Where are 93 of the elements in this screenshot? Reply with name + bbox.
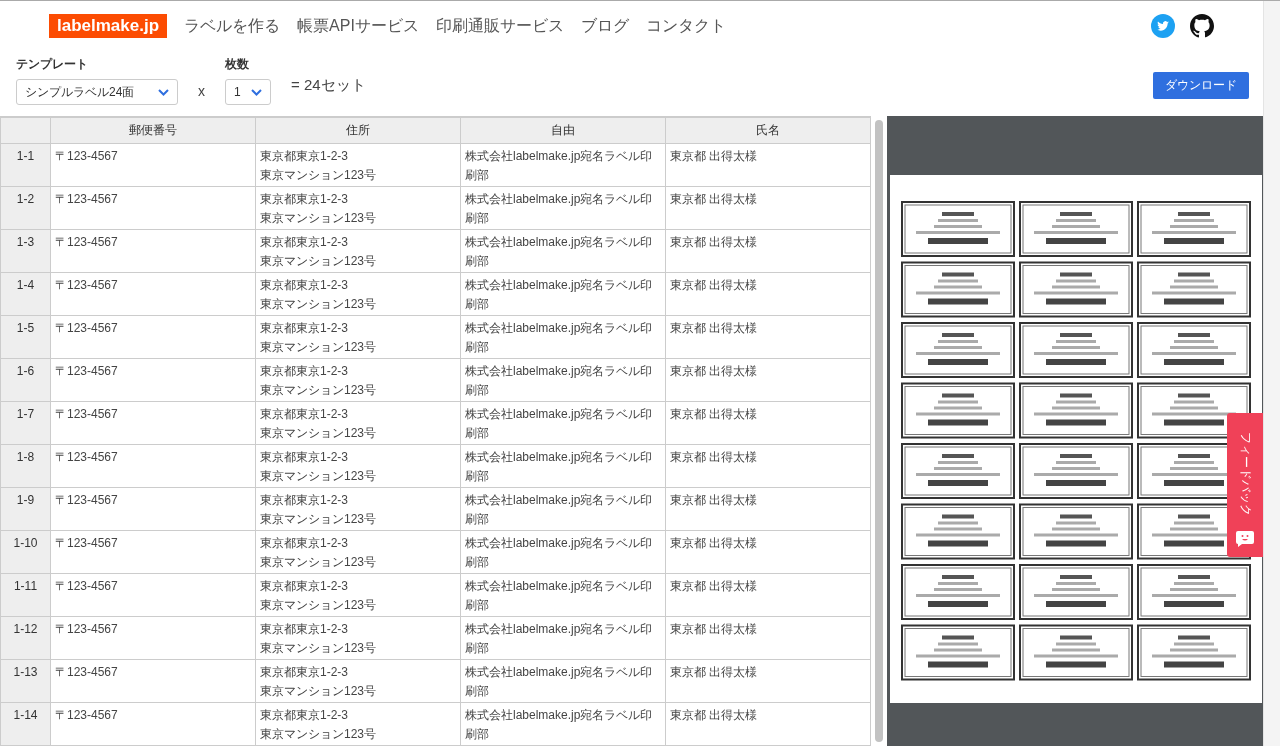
chevron-icon: [158, 88, 169, 96]
table-cell: 東京都 出得太様: [665, 229, 871, 273]
scrollbar-thumb[interactable]: [875, 120, 883, 742]
github-cat-icon[interactable]: [1190, 14, 1214, 38]
row-header: 1-9: [0, 487, 51, 531]
table-cell: 東京都 出得太様: [665, 186, 871, 230]
row-header: 1-4: [0, 272, 51, 316]
row-header: 1-12: [0, 616, 51, 660]
row-header: 1-11: [0, 573, 51, 617]
field-label: 枚数: [225, 56, 250, 73]
table-cell: 株式会社labelmake.jp宛名ラベル印刷部: [460, 616, 666, 660]
table-cell: 〒123-4567: [50, 530, 256, 574]
table-cell: 〒123-4567: [50, 444, 256, 488]
table-cell: 東京都東京1-2-3 東京マンション123号: [255, 616, 461, 660]
nav-link[interactable]: 帳票APIサービス: [297, 15, 419, 37]
row-header: 1-10: [0, 530, 51, 574]
table-cell: 〒123-4567: [50, 143, 256, 187]
chat-face-icon: [1236, 531, 1254, 547]
table-cell: 〒123-4567: [50, 229, 256, 273]
table-cell: 東京都 出得太様: [665, 143, 871, 187]
table-cell: 東京都 出得太様: [665, 659, 871, 703]
row-header: 1-3: [0, 229, 51, 273]
table-cell: 東京都 出得太様: [665, 573, 871, 617]
count-select[interactable]: 1: [225, 79, 271, 105]
table-cell: 東京都東京1-2-3 東京マンション123号: [255, 702, 461, 746]
table-cell: 東京都 出得太様: [665, 487, 871, 531]
table-cell: 〒123-4567: [50, 659, 256, 703]
table-cell: 東京都 出得太様: [665, 702, 871, 746]
nav-link[interactable]: 印刷通販サービス: [435, 15, 564, 37]
row-header: 1-2: [0, 186, 51, 230]
download-button[interactable]: ダウンロード: [1153, 72, 1249, 99]
table-cell: 株式会社labelmake.jp宛名ラベル印刷部: [460, 659, 666, 703]
table-cell: 株式会社labelmake.jp宛名ラベル印刷部: [460, 229, 666, 273]
table-cell: 〒123-4567: [50, 358, 256, 402]
column-header: 自由: [460, 117, 666, 144]
table-cell: 東京都東京1-2-3 東京マンション123号: [255, 530, 461, 574]
times-sign: x: [198, 83, 205, 101]
table-cell: 株式会社labelmake.jp宛名ラベル印刷部: [460, 530, 666, 574]
table-cell: 東京都東京1-2-3 東京マンション123号: [255, 229, 461, 273]
row-header: 1-13: [0, 659, 51, 703]
table-cell: 東京都 出得太様: [665, 272, 871, 316]
nav-link[interactable]: ブログ: [580, 15, 629, 37]
column-header: 氏名: [665, 117, 871, 144]
feedback-tab[interactable]: フィードバック: [1227, 413, 1263, 557]
table-cell: 東京都東京1-2-3 東京マンション123号: [255, 272, 461, 316]
set-total: = 24セット: [291, 76, 366, 95]
table-cell: 東京都東京1-2-3 東京マンション123号: [255, 487, 461, 531]
table-cell: 東京都東京1-2-3 東京マンション123号: [255, 659, 461, 703]
row-header: 1-7: [0, 401, 51, 445]
table-cell: 〒123-4567: [50, 573, 256, 617]
table-cell: 東京都 出得太様: [665, 530, 871, 574]
table-cell: 東京都 出得太様: [665, 401, 871, 445]
row-header: 1-8: [0, 444, 51, 488]
table-cell: 東京都 出得太様: [665, 444, 871, 488]
nav-link[interactable]: コンタクト: [645, 15, 726, 37]
table-cell: 株式会社labelmake.jp宛名ラベル印刷部: [460, 358, 666, 402]
table-cell: 東京都東京1-2-3 東京マンション123号: [255, 315, 461, 359]
table-cell: 株式会社labelmake.jp宛名ラベル印刷部: [460, 315, 666, 359]
table-cell: 株式会社labelmake.jp宛名ラベル印刷部: [460, 573, 666, 617]
table-cell: 東京都東京1-2-3 東京マンション123号: [255, 573, 461, 617]
table-cell: 〒123-4567: [50, 315, 256, 359]
column-header: 住所: [255, 117, 461, 144]
table-cell: 株式会社labelmake.jp宛名ラベル印刷部: [460, 401, 666, 445]
table-cell: 株式会社labelmake.jp宛名ラベル印刷部: [460, 702, 666, 746]
table-cell: 株式会社labelmake.jp宛名ラベル印刷部: [460, 272, 666, 316]
table-cell: 東京都 出得太様: [665, 315, 871, 359]
table-cell: 株式会社labelmake.jp宛名ラベル印刷部: [460, 186, 666, 230]
table-cell: 株式会社labelmake.jp宛名ラベル印刷部: [460, 143, 666, 187]
table-cell: 〒123-4567: [50, 616, 256, 660]
field-label: テンプレート: [16, 56, 89, 73]
chevron-icon: [251, 88, 262, 96]
table-cell: 〒123-4567: [50, 401, 256, 445]
table-cell: 株式会社labelmake.jp宛名ラベル印刷部: [460, 444, 666, 488]
row-header: 1-1: [0, 143, 51, 187]
template-select[interactable]: シンプルラベル24面: [16, 79, 178, 105]
twitter-bird-icon[interactable]: [1151, 14, 1175, 38]
table-cell: 東京都東京1-2-3 東京マンション123号: [255, 444, 461, 488]
table-cell: 東京都 出得太様: [665, 358, 871, 402]
table-cell: 〒123-4567: [50, 487, 256, 531]
table-cell: 東京都東京1-2-3 東京マンション123号: [255, 186, 461, 230]
table-cell: 東京都東京1-2-3 東京マンション123号: [255, 358, 461, 402]
table-cell: 東京都東京1-2-3 東京マンション123号: [255, 143, 461, 187]
row-header: 1-5: [0, 315, 51, 359]
table-cell: 〒123-4567: [50, 702, 256, 746]
column-header: 郵便番号: [50, 117, 256, 144]
table-cell: 株式会社labelmake.jp宛名ラベル印刷部: [460, 487, 666, 531]
row-header: 1-6: [0, 358, 51, 402]
table-cell: 〒123-4567: [50, 272, 256, 316]
nav-link[interactable]: ラベルを作る: [184, 15, 281, 37]
table-cell: 〒123-4567: [50, 186, 256, 230]
table-cell: 東京都 出得太様: [665, 616, 871, 660]
table-cell: 東京都東京1-2-3 東京マンション123号: [255, 401, 461, 445]
row-header: 1-14: [0, 702, 51, 746]
